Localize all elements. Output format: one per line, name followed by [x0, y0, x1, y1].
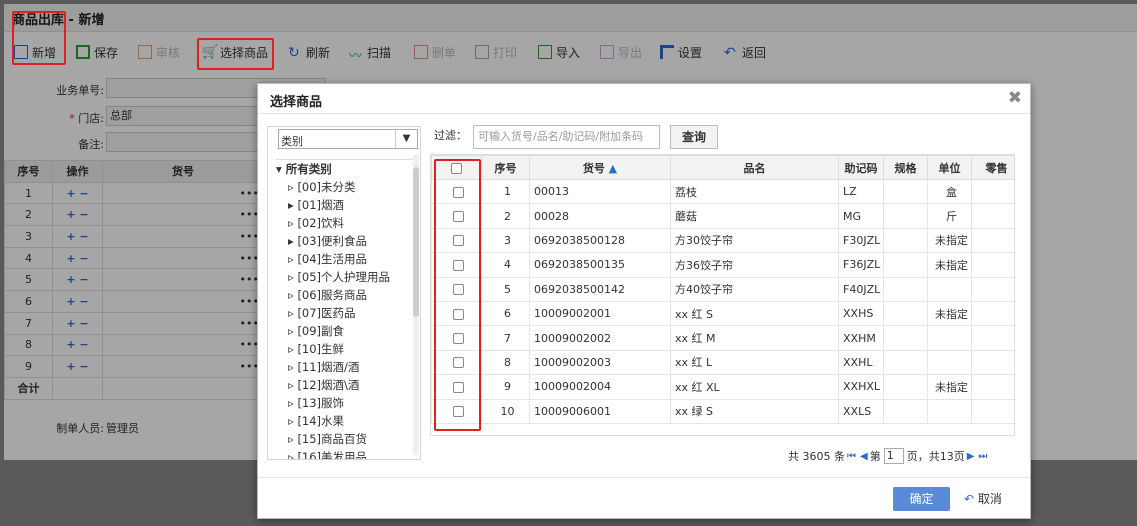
table-row[interactable]: 6 10009002001 xx 红 S XXHS 未指定: [431, 300, 1014, 327]
table-row[interactable]: 1 00013 荔枝 LZ 盒: [431, 178, 1014, 205]
tree-node[interactable]: ▹ [06]服务商品: [276, 286, 414, 304]
dialog-header: 选择商品 ✖: [258, 84, 1030, 114]
highlight-select-goods: [197, 38, 274, 70]
category-panel: 类别 ▼ ▾ 所有类别 ▹ [00]未分类 ▸ [01]烟酒 ▹ [02]饮料 ▸…: [267, 126, 421, 460]
tree-node[interactable]: ▹ [07]医药品: [276, 304, 414, 322]
col-retail: 零售: [971, 155, 1014, 180]
first-page-icon[interactable]: ⏮: [847, 451, 856, 462]
tree-node[interactable]: ▹ [14]水果: [276, 412, 414, 430]
category-select[interactable]: 类别 ▼: [278, 129, 418, 149]
dialog-title: 选择商品: [270, 95, 323, 110]
tree-node[interactable]: ▹ [12]烟酒\酒: [276, 376, 414, 394]
pagination: 共 3605 条 ⏮ ◀ 第 1 页，共13页 ▶ ⏭: [788, 448, 988, 464]
sort-asc-icon: ▲: [604, 161, 618, 175]
tree-scrollbar[interactable]: [413, 155, 419, 455]
filter-label: 过滤：: [434, 129, 467, 142]
tree-root[interactable]: ▾ 所有类别: [276, 160, 414, 178]
query-button[interactable]: 查询: [670, 125, 718, 149]
col-spec: 规格: [883, 155, 928, 180]
tree-node[interactable]: ▹ [02]饮料: [276, 214, 414, 232]
table-row[interactable]: 2 00028 蘑菇 MG 斤: [431, 203, 1014, 229]
table-row[interactable]: 9 10009002004 xx 红 XL XXHXL 未指定: [431, 374, 1014, 400]
tree-node[interactable]: ▹ [05]个人护理用品: [276, 268, 414, 286]
confirm-button[interactable]: 确定: [893, 487, 950, 511]
table-row[interactable]: 5 0692038500142 方40饺子帘 F40JZL: [431, 276, 1014, 302]
prev-page-icon[interactable]: ◀: [860, 451, 868, 462]
col-unit: 单位: [927, 155, 972, 180]
select-goods-dialog: 选择商品 ✖ 类别 ▼ ▾ 所有类别 ▹ [00]未分类 ▸ [01]烟酒 ▹ […: [257, 83, 1031, 519]
tree-node[interactable]: ▸ [03]便利食品: [276, 232, 414, 250]
tree-node[interactable]: ▸ [01]烟酒: [276, 196, 414, 214]
tree-node[interactable]: ▹ [10]生鲜: [276, 340, 414, 358]
close-icon[interactable]: ✖: [1008, 88, 1022, 108]
next-page-icon[interactable]: ▶: [967, 451, 975, 462]
dialog-footer: 确定 ↶ 取消: [258, 477, 1030, 518]
table-row[interactable]: 4 0692038500135 方36饺子帘 F36JZL 未指定: [431, 252, 1014, 278]
tree-node[interactable]: ▹ [00]未分类: [276, 178, 414, 196]
table-row[interactable]: 10 10009006001 xx 绿 S XXLS: [431, 398, 1014, 424]
filter-input[interactable]: 可输入货号/品名/助记码/附加条码: [473, 125, 660, 149]
last-page-icon[interactable]: ⏭: [978, 451, 987, 462]
tree-node[interactable]: ▹ [16]美发用品: [276, 448, 414, 459]
total-count: 共 3605 条: [788, 450, 845, 463]
category-tree: ▾ 所有类别 ▹ [00]未分类 ▸ [01]烟酒 ▹ [02]饮料 ▸ [03…: [276, 159, 414, 459]
col-no: 序号: [481, 155, 530, 180]
tree-node[interactable]: ▹ [11]烟酒/酒: [276, 358, 414, 376]
goods-table: 序号 货号 ▲ 品名 助记码 规格 单位 零售 1 00013 荔枝 LZ 盒 2 000…: [430, 154, 1015, 436]
col-name: 品名: [670, 155, 839, 180]
highlight-new: [12, 11, 66, 65]
cancel-button[interactable]: ↶ 取消: [964, 490, 1002, 507]
tree-node[interactable]: ▹ [04]生活用品: [276, 250, 414, 268]
tree-node[interactable]: ▹ [09]副食: [276, 322, 414, 340]
col-mnemonic: 助记码: [838, 155, 884, 180]
undo-icon: ↶: [964, 492, 978, 506]
col-code[interactable]: 货号 ▲: [529, 155, 671, 180]
page-input[interactable]: 1: [883, 448, 904, 464]
highlight-checkbox-column: [434, 159, 481, 431]
table-row[interactable]: 8 10009002003 xx 红 L XXHL: [431, 349, 1014, 376]
chevron-down-icon: ▼: [395, 130, 417, 148]
tree-node[interactable]: ▹ [15]商品百货: [276, 430, 414, 448]
table-row[interactable]: 7 10009002002 xx 红 M XXHM: [431, 325, 1014, 351]
tree-node[interactable]: ▹ [13]服饰: [276, 394, 414, 412]
table-row[interactable]: 3 0692038500128 方30饺子帘 F30JZL 未指定: [431, 227, 1014, 254]
